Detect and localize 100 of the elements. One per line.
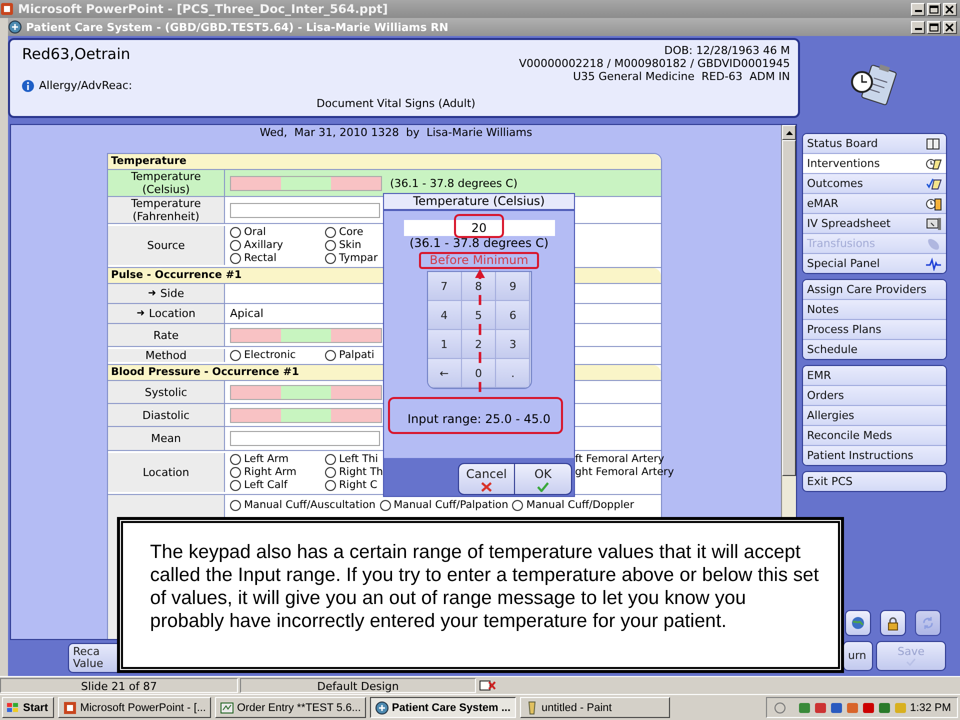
app-icon [63, 700, 78, 714]
radio-option[interactable]: Left Thi [325, 453, 378, 466]
input-field[interactable] [230, 431, 380, 446]
refresh-icon [921, 616, 935, 630]
highlight-box [454, 214, 504, 238]
taskbar-button[interactable]: untitled - Paint [520, 697, 670, 718]
sidebar-item[interactable]: Status Board [803, 134, 946, 154]
radio-option[interactable]: Palpati [325, 349, 374, 362]
minimize-button[interactable] [911, 20, 925, 34]
sidebar-item[interactable]: Process Plans [803, 320, 946, 340]
radio-option[interactable]: Core [325, 226, 364, 239]
radio-option[interactable]: Skin [325, 239, 362, 252]
range-field[interactable] [230, 328, 382, 342]
clock: 1:32 PM [910, 702, 951, 714]
tray-icon [878, 700, 892, 714]
keypad-key[interactable]: 4 [428, 301, 462, 330]
check-icon [906, 658, 916, 666]
error-message: Before Minimum [418, 252, 540, 269]
visit-ids: V00000002218 / M000980182 / GBDVID0001945 [519, 57, 790, 70]
sidebar-item[interactable]: Outcomes [803, 174, 946, 194]
sidebar-item[interactable]: Notes [803, 300, 946, 320]
input-range: Input range: 25.0 - 45.0 [407, 412, 551, 426]
sidebar-item[interactable]: Reconcile Meds [803, 426, 946, 446]
keypad-key[interactable]: 0 [462, 359, 496, 388]
clock-notepad-icon [926, 156, 942, 170]
slide-counter: Slide 21 of 87 [0, 678, 238, 693]
tray-icon [798, 700, 812, 714]
sidebar-item[interactable]: IV Spreadsheet [803, 214, 946, 234]
taskbar-button[interactable]: Patient Care System ... [370, 697, 516, 718]
keypad-key[interactable]: 3 [496, 330, 530, 359]
keypad-key[interactable]: 1 [428, 330, 462, 359]
field-label: Temperature (Celsius) [130, 170, 202, 196]
range-field[interactable] [230, 176, 382, 190]
radio-option[interactable]: Rectal [230, 252, 277, 265]
tray-icon [894, 700, 908, 714]
sidebar-item[interactable]: Exit PCS [803, 472, 946, 491]
tool-button[interactable] [845, 610, 871, 636]
sidebar-item[interactable]: Orders [803, 386, 946, 406]
radio-option[interactable]: Electronic [230, 349, 296, 362]
field-label: Systolic [144, 386, 188, 398]
sidebar-item[interactable]: Patient Instructions [803, 446, 946, 465]
radio-option[interactable]: Manual Cuff/Auscultation [230, 499, 376, 512]
close-button[interactable] [943, 2, 957, 16]
range-field[interactable] [230, 384, 382, 400]
value-field[interactable]: 20 [404, 220, 554, 236]
keypad-key[interactable]: ← [428, 359, 462, 388]
radio-option[interactable]: Right Th [325, 466, 384, 479]
field-label: Source [147, 239, 185, 252]
sidebar-item[interactable]: Schedule [803, 340, 946, 359]
callout-text: The keypad also has a certain range of temperature values that it will accept called the Input range. If you try to enter a temperature above or below this set of values, it will give you an out of range message to let you know you probably have incorrectly entered your temperature for your patient. [150, 541, 820, 633]
taskbar-button[interactable]: Order Entry **TEST 5.6... [215, 697, 366, 718]
sidebar-item[interactable]: Allergies [803, 406, 946, 426]
taskbar-button[interactable]: Microsoft PowerPoint - [... [58, 697, 211, 718]
keypad-key[interactable]: 2 [462, 330, 496, 359]
sidebar-item[interactable]: Interventions [803, 154, 946, 174]
radio-option[interactable]: Axillary [230, 239, 284, 252]
keypad-key[interactable]: . [496, 359, 530, 388]
close-icon [945, 4, 955, 14]
action-button[interactable]: Reca Value [68, 643, 118, 673]
start-button[interactable]: Start [2, 697, 54, 718]
keypad-key[interactable]: 6 [496, 301, 530, 330]
tool-button[interactable] [880, 610, 906, 636]
document-title: Document Vital Signs (Adult) [316, 97, 476, 110]
app-icon [0, 2, 14, 16]
sidebar-item[interactable]: eMAR [803, 194, 946, 214]
sidebar-item[interactable]: Special Panel [803, 254, 946, 273]
radio-option[interactable]: Oral [230, 226, 266, 239]
app-icon [8, 20, 22, 34]
sidebar-item[interactable]: EMR [803, 366, 946, 386]
radio-option[interactable]: Manual Cuff/Palpation [380, 499, 508, 512]
scrollbar[interactable] [781, 125, 796, 518]
close-icon [945, 22, 955, 32]
field-label: Diastolic [142, 408, 190, 422]
cancel-button[interactable]: Cancel [458, 463, 515, 495]
ok-button[interactable]: OK [515, 463, 572, 495]
radio-option[interactable]: Left Arm [230, 453, 289, 466]
radio-option[interactable]: Tympar [325, 252, 378, 265]
close-button[interactable] [943, 20, 957, 34]
action-button[interactable]: urn [843, 641, 873, 671]
up-arrow-icon[interactable] [786, 130, 792, 134]
design-name: Default Design [240, 678, 476, 693]
check-icon [537, 482, 549, 492]
tray-icon [814, 700, 828, 714]
keypad-key[interactable]: 9 [496, 272, 530, 301]
keypad-key[interactable]: 5 [462, 301, 496, 330]
keypad-key[interactable]: 8 [462, 272, 496, 301]
radio-option[interactable]: Manual Cuff/Doppler [512, 499, 634, 512]
maximize-button[interactable] [927, 20, 941, 34]
sidebar-item[interactable]: Assign Care Providers [803, 280, 946, 300]
minimize-button[interactable] [911, 2, 925, 16]
blood-bag-icon [926, 236, 942, 250]
range-field[interactable] [230, 408, 382, 422]
maximize-button[interactable] [927, 2, 941, 16]
timestamp: Wed, Mar 31, 2010 1328 by Lisa-Marie Williams [260, 125, 532, 141]
keypad-key[interactable]: 7 [428, 272, 462, 301]
dialog-title: Temperature (Celsius) [384, 194, 574, 211]
radio-option[interactable]: Right Arm [230, 466, 297, 479]
input-field[interactable] [230, 202, 380, 218]
radio-option[interactable]: Left Calf [230, 479, 288, 492]
radio-option[interactable]: Right C [325, 479, 378, 492]
